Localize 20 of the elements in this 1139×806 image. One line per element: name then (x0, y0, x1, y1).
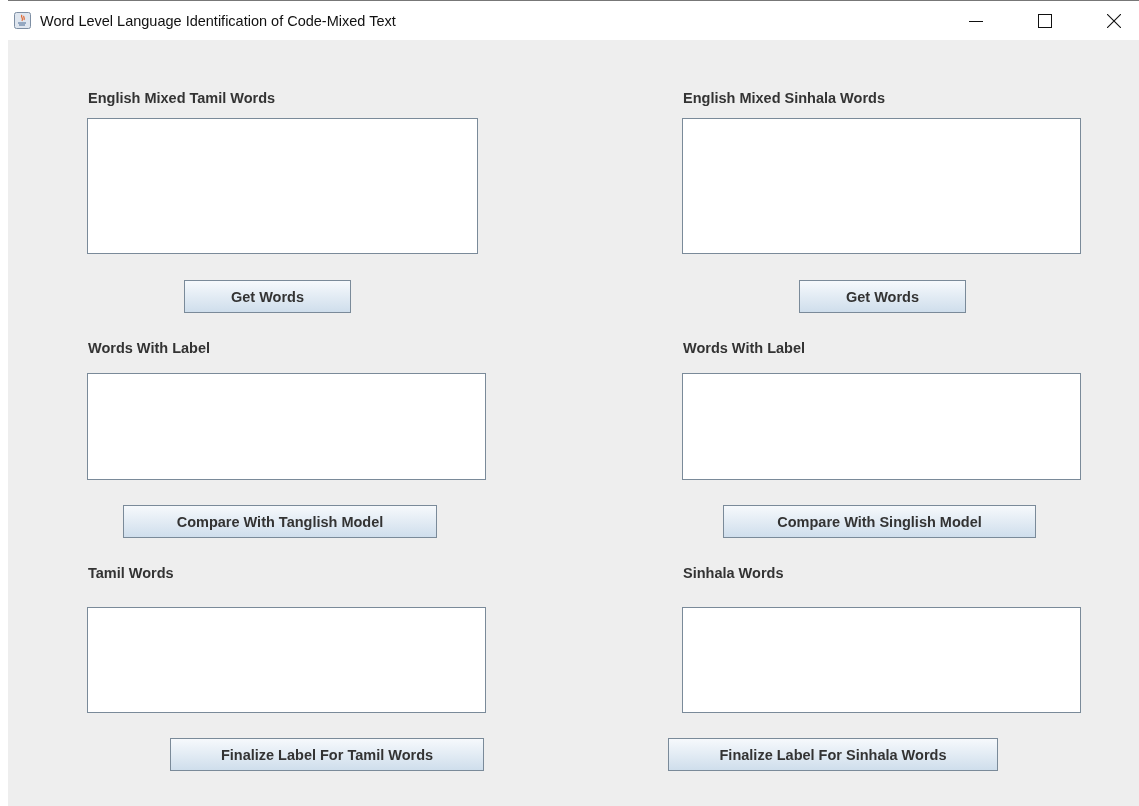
field-label: English Mixed Tamil Words (88, 89, 276, 108)
text-area[interactable] (87, 373, 486, 480)
close-icon[interactable] (1107, 13, 1121, 28)
field-label: Words With Label (88, 339, 211, 358)
maximize-icon[interactable] (1038, 13, 1052, 28)
text-area[interactable] (682, 607, 1081, 713)
field-label: Sinhala Words (683, 564, 784, 583)
action-button[interactable]: Compare With Tanglish Model (123, 505, 437, 538)
action-button[interactable]: Finalize Label For Sinhala Words (668, 738, 998, 771)
action-button[interactable]: Compare With Singlish Model (723, 505, 1036, 538)
field-label: Words With Label (683, 339, 806, 358)
field-label: Tamil Words (88, 564, 174, 583)
field-label: English Mixed Sinhala Words (683, 89, 885, 108)
action-button[interactable]: Get Words (799, 280, 966, 313)
java-cup-icon (14, 12, 31, 29)
action-button[interactable]: Get Words (184, 280, 351, 313)
text-area[interactable] (682, 373, 1081, 480)
action-button[interactable]: Finalize Label For Tamil Words (170, 738, 484, 771)
text-area[interactable] (87, 607, 486, 713)
window-title: Word Level Language Identification of Code-Mixed Text (40, 12, 396, 29)
